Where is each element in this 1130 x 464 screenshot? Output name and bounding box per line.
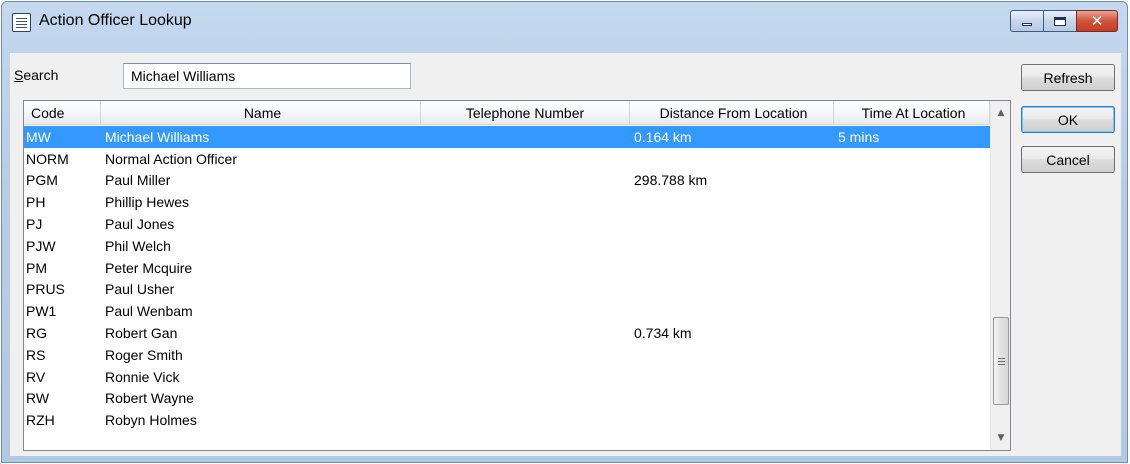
- table-row[interactable]: PJ Paul Jones: [24, 213, 990, 235]
- cell-name: Phil Welch: [105, 237, 171, 254]
- cancel-button[interactable]: Cancel: [1021, 146, 1115, 173]
- column-header-telephone[interactable]: Telephone Number: [421, 101, 630, 125]
- cell-name: Peter Mcquire: [105, 259, 193, 276]
- cell-name: Robert Gan: [105, 325, 178, 342]
- cell-name: Paul Wenbam: [105, 303, 193, 320]
- refresh-button[interactable]: Refresh: [1021, 64, 1115, 91]
- scroll-grip-icon: [997, 357, 1005, 365]
- dialog-client-area: Search Refresh OK Cancel Code Name Telep…: [10, 53, 1121, 456]
- table-row[interactable]: PJW Phil Welch: [24, 235, 990, 257]
- table-row[interactable]: PGM Paul Miller 298.788 km: [24, 170, 990, 192]
- table-row[interactable]: NORM Normal Action Officer: [24, 148, 990, 170]
- window-title: Action Officer Lookup: [39, 12, 192, 29]
- close-icon: ✕: [1090, 11, 1104, 30]
- list-rows: MW Michael Williams 0.164 km 5 mins NORM Norm…: [24, 126, 990, 431]
- column-header-name[interactable]: Name: [101, 101, 421, 125]
- search-label-accelerator: S: [14, 67, 24, 83]
- list-header: Code Name Telephone Number Distance From…: [24, 101, 990, 125]
- search-input[interactable]: [123, 63, 411, 89]
- cell-distance: 298.788 km: [634, 172, 708, 189]
- table-row[interactable]: PM Peter Mcquire: [24, 257, 990, 279]
- table-row[interactable]: PH Phillip Hewes: [24, 191, 990, 213]
- cell-code: RV: [26, 368, 46, 385]
- vertical-scrollbar[interactable]: ▲ ▼: [990, 101, 1010, 450]
- scroll-down-arrow-icon[interactable]: ▼: [991, 428, 1010, 448]
- column-header-time[interactable]: Time At Location: [834, 101, 990, 125]
- maximize-button[interactable]: [1043, 10, 1076, 32]
- cell-name: Paul Jones: [105, 216, 175, 233]
- table-row[interactable]: PRUS Paul Usher: [24, 279, 990, 301]
- search-label: Search: [14, 67, 58, 83]
- table-row[interactable]: PW1 Paul Wenbam: [24, 300, 990, 322]
- cell-code: RS: [26, 346, 46, 363]
- cell-code: RW: [26, 390, 50, 407]
- table-row[interactable]: RW Robert Wayne: [24, 388, 990, 410]
- scroll-thumb[interactable]: [993, 317, 1009, 405]
- table-row[interactable]: MW Michael Williams 0.164 km 5 mins: [24, 126, 990, 148]
- minimize-button[interactable]: [1010, 10, 1043, 32]
- column-header-distance[interactable]: Distance From Location: [630, 101, 834, 125]
- cell-code: PGM: [26, 172, 58, 189]
- table-row[interactable]: RZH Robyn Holmes: [24, 409, 990, 431]
- title-bar[interactable]: Action Officer Lookup ✕: [2, 2, 1127, 52]
- cell-name: Roger Smith: [105, 346, 183, 363]
- cell-name: Robert Wayne: [105, 390, 194, 407]
- cell-code: NORM: [26, 150, 69, 167]
- cell-distance: 0.164 km: [634, 128, 692, 145]
- cell-code: RZH: [26, 412, 55, 429]
- search-label-text: earch: [23, 67, 59, 83]
- list-window-icon: [12, 13, 31, 32]
- maximize-icon: [1054, 16, 1066, 26]
- cell-name: Michael Williams: [105, 128, 210, 145]
- cell-name: Phillip Hewes: [105, 194, 190, 211]
- cell-code: MW: [26, 128, 51, 145]
- caption-buttons: ✕: [1010, 10, 1118, 32]
- cell-time: 5 mins: [838, 128, 880, 145]
- cell-code: PRUS: [26, 281, 65, 298]
- cell-name: Paul Usher: [105, 281, 175, 298]
- cell-name: Paul Miller: [105, 172, 171, 189]
- table-row[interactable]: RS Roger Smith: [24, 344, 990, 366]
- cell-name: Ronnie Vick: [105, 368, 180, 385]
- ok-button[interactable]: OK: [1021, 106, 1115, 133]
- close-button[interactable]: ✕: [1076, 10, 1118, 32]
- cell-code: PJ: [26, 216, 43, 233]
- cell-code: PJW: [26, 237, 56, 254]
- minimize-icon: [1022, 22, 1032, 26]
- scroll-up-arrow-icon[interactable]: ▲: [991, 103, 1010, 123]
- cell-name: Normal Action Officer: [105, 150, 238, 167]
- table-row[interactable]: RG Robert Gan 0.734 km: [24, 322, 990, 344]
- cell-code: RG: [26, 325, 47, 342]
- officer-list[interactable]: Code Name Telephone Number Distance From…: [23, 100, 1011, 451]
- cell-name: Robyn Holmes: [105, 412, 197, 429]
- table-row[interactable]: RV Ronnie Vick: [24, 366, 990, 388]
- cell-code: PM: [26, 259, 47, 276]
- cell-code: PH: [26, 194, 46, 211]
- cell-code: PW1: [26, 303, 57, 320]
- cell-distance: 0.734 km: [634, 325, 692, 342]
- lookup-dialog-window: Action Officer Lookup ✕ Search Refresh O…: [1, 1, 1128, 463]
- column-header-code[interactable]: Code: [24, 101, 101, 125]
